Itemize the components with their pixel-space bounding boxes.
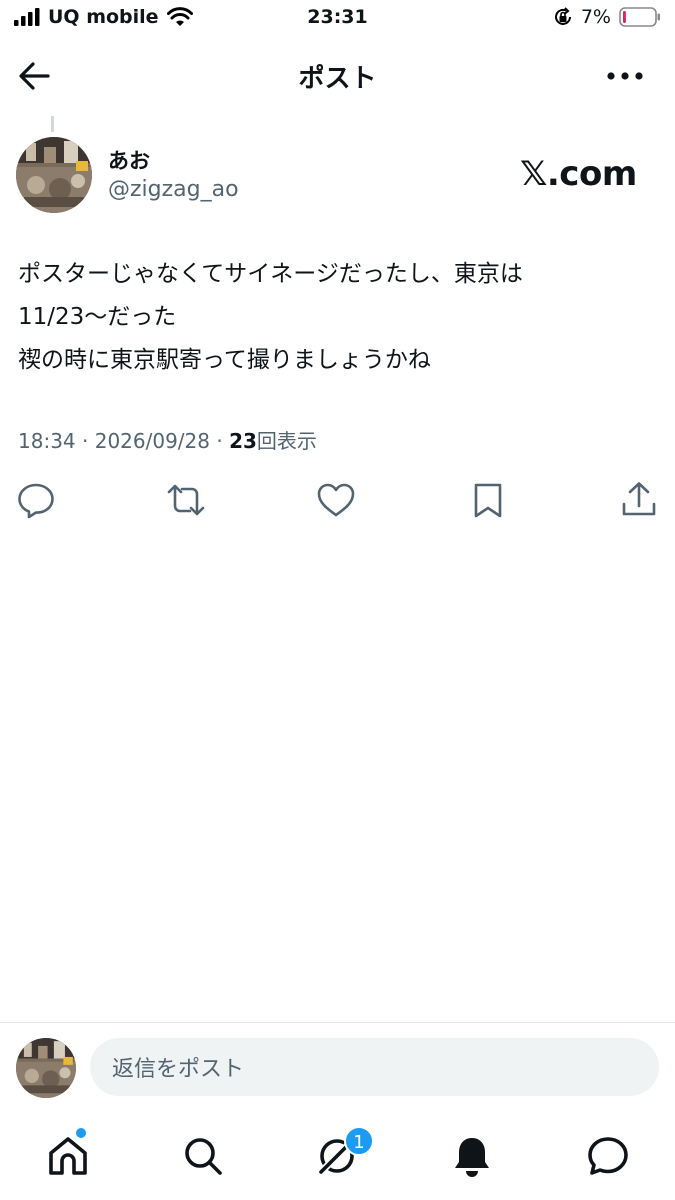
page-title: ポスト [298,64,377,94]
battery-icon [619,7,660,27]
nav-home[interactable] [46,1134,90,1178]
post-meta: 18:34 · 2026/09/28 · 23回表示 [18,425,317,454]
grok-badge: 1 [344,1126,374,1156]
more-options-button[interactable] [602,58,648,94]
like-icon [317,483,355,517]
home-icon [49,1137,87,1175]
post-text: ポスターじゃなくてサイネージだったし、東京は 11/23〜だった 禊の時に東京駅… [18,253,658,382]
views-label: 回表示 [256,429,317,453]
nav-notifications[interactable] [450,1134,494,1178]
share-button[interactable] [619,480,659,520]
search-icon [185,1138,222,1175]
bookmark-button[interactable] [468,480,508,520]
meta-separator: · [216,429,223,453]
reply-input[interactable]: 返信をポスト [90,1038,659,1096]
orientation-lock-icon [554,7,571,25]
user-handle[interactable]: @zigzag_ao [108,177,239,202]
repost-button[interactable] [166,480,206,520]
my-avatar [16,1038,76,1098]
avatar[interactable] [16,137,92,213]
bookmark-icon [474,483,502,518]
views-count: 23 [229,429,257,453]
reply-placeholder: 返信をポスト [112,1057,245,1082]
more-horizontal-icon [607,72,643,80]
status-right: 7% [553,6,661,28]
post-line: ポスターじゃなくてサイネージだったし、東京は [18,261,523,287]
like-button[interactable] [316,480,356,520]
post-time[interactable]: 18:34 [18,429,76,453]
notifications-icon [455,1138,489,1177]
reply-button[interactable] [16,480,56,520]
thread-line [51,116,54,132]
nav-messages[interactable] [586,1134,630,1178]
post-line: 禊の時に東京駅寄って撮りましょうかね [18,347,431,373]
post-line: 11/23〜だった [18,304,177,330]
battery-percent: 7% [580,6,611,28]
reply-divider [0,1022,675,1023]
x-com-badge: 𝕏.com [520,154,637,194]
repost-icon [167,484,205,516]
display-name[interactable]: あお [108,145,150,175]
post-date[interactable]: 2026/09/28 [95,429,210,453]
share-icon [622,482,656,516]
avatar-image [16,137,92,213]
reply-icon [18,483,54,519]
meta-separator: · [82,429,89,453]
messages-icon [588,1137,628,1175]
home-notification-dot [76,1128,86,1138]
avatar-image [16,1038,76,1098]
nav-search[interactable] [181,1134,225,1178]
